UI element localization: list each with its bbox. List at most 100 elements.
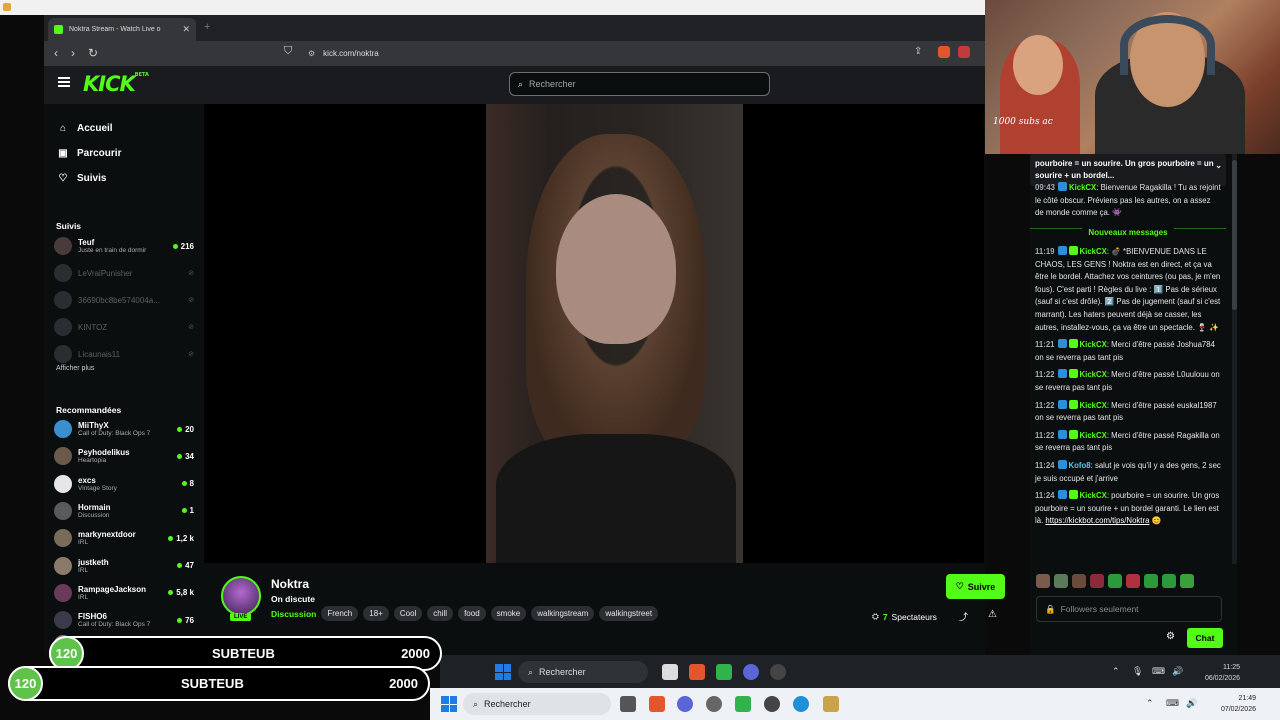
recommended-channel[interactable]: MiiThyX Call of Duty: Black Ops 7 20 [54, 417, 194, 441]
menu-icon[interactable] [58, 77, 70, 87]
webcam-overlay: 1000 subs ac [985, 0, 1280, 154]
chat-username[interactable]: KickCX [1080, 491, 1107, 500]
emote-icon[interactable] [1144, 574, 1158, 588]
recommended-channel[interactable]: Hormain Discussion 1 [54, 499, 194, 523]
app-icon[interactable] [770, 664, 786, 680]
beta-badge: BETA [134, 72, 149, 78]
url-field[interactable]: ⚙ kick.com/noktra [302, 45, 902, 62]
category-link[interactable]: Discussion [271, 609, 316, 619]
app-icon[interactable] [823, 696, 839, 712]
chat-username[interactable]: KickCX [1080, 247, 1107, 256]
app-icon[interactable] [764, 696, 780, 712]
chat-username[interactable]: KickCX [1069, 183, 1096, 192]
emote-icon[interactable] [1054, 574, 1068, 588]
search-input[interactable]: ⌕ Rechercher [509, 72, 770, 96]
channel-avatar[interactable] [221, 576, 261, 616]
tag-chip[interactable]: food [458, 606, 486, 621]
chat-input[interactable]: 🔒 Followers seulement [1036, 596, 1222, 622]
following-channel[interactable]: 36690bc8be574004a... ⊘ [54, 288, 194, 312]
report-icon[interactable]: ⚠ [988, 609, 997, 620]
following-channel[interactable]: LeVraiPunisher ⊘ [54, 261, 194, 285]
emote-icon[interactable] [1180, 574, 1194, 588]
recommended-channel[interactable]: FISHO6 Call of Duty: Black Ops 7 76 [54, 608, 194, 632]
chat-username[interactable]: KickCX [1080, 340, 1107, 349]
brave-rewards-icon[interactable] [958, 46, 970, 58]
emote-icon[interactable] [1072, 574, 1086, 588]
brave-icon[interactable] [689, 664, 705, 680]
clock[interactable]: 21:49 07/02/2026 [1210, 693, 1256, 715]
bookmark-icon[interactable]: ⛉ [284, 45, 292, 58]
chat-username[interactable]: Kofo8 [1069, 461, 1091, 470]
recommended-channel[interactable]: markynextdoor IRL 1,2 k [54, 526, 194, 550]
edge-icon[interactable] [793, 696, 809, 712]
recommended-channel[interactable]: justketh IRL 47 [54, 554, 194, 578]
task-view-icon[interactable] [662, 664, 678, 680]
windows-start-icon[interactable] [495, 664, 511, 680]
recommended-channel[interactable]: RampageJackson IRL 5,8 k [54, 581, 194, 605]
mic-icon[interactable]: 🎙 [1132, 666, 1143, 677]
volume-icon[interactable]: 🔊 [1172, 666, 1183, 677]
chevron-up-icon[interactable]: ⌃ [1146, 698, 1154, 709]
app-icon[interactable] [735, 696, 751, 712]
chat-link[interactable]: https://kickbot.com/tips/Noktra [1045, 516, 1149, 525]
emote-icon[interactable] [1108, 574, 1122, 588]
chat-username[interactable]: KickCX [1080, 401, 1107, 410]
brave-shield-icon[interactable] [938, 46, 950, 58]
windows-start-icon[interactable] [441, 696, 457, 712]
following-channel[interactable]: Teuf Juste en train de dormir 216 [54, 234, 194, 258]
nav-accueil[interactable]: ⌂ Accueil [57, 116, 121, 141]
task-view-icon[interactable] [620, 696, 636, 712]
share-icon[interactable]: ⤴ [959, 610, 968, 623]
chat-send-button[interactable]: Chat [1187, 628, 1223, 648]
discord-icon[interactable] [677, 696, 693, 712]
settings-icon[interactable] [706, 696, 722, 712]
recommended-channel[interactable]: excs Vintage Story 8 [54, 472, 194, 496]
tag-chip[interactable]: walkingstream [531, 606, 595, 621]
badge-icon [1057, 399, 1067, 409]
avatar [54, 345, 72, 363]
tag-chip[interactable]: 18+ [363, 606, 389, 621]
site-info-icon[interactable]: ⚙ [308, 49, 315, 58]
taskbar-search[interactable]: ⌕ Rechercher [463, 693, 611, 715]
kick-logo[interactable]: KICKBETA [83, 72, 149, 96]
tag-chip[interactable]: walkingstreet [599, 606, 659, 621]
recommended-channel[interactable]: Psyhodelikus Heartopia 34 [54, 444, 194, 468]
taskbar-search[interactable]: ⌕ Rechercher [518, 661, 648, 683]
tag-chip[interactable]: French [321, 606, 359, 621]
nav-parcourir[interactable]: ▣ Parcourir [57, 141, 121, 166]
reload-icon[interactable]: ↻ [88, 46, 98, 60]
chat-scroll-thumb[interactable] [1232, 160, 1237, 310]
follow-button[interactable]: ♡ Suivre [946, 574, 1005, 599]
emote-icon[interactable] [1090, 574, 1104, 588]
nav-suivis[interactable]: ♡ Suivis [57, 166, 121, 191]
tag-chip[interactable]: chill [427, 606, 454, 621]
new-tab-icon[interactable]: + [204, 21, 210, 33]
following-channel[interactable]: Licaunais11 ⊘ [54, 342, 194, 366]
discord-icon[interactable] [743, 664, 759, 680]
video-player[interactable] [204, 104, 984, 563]
emote-icon[interactable] [1036, 574, 1050, 588]
chevron-down-icon[interactable]: ⌄ [1215, 160, 1222, 172]
close-tab-icon[interactable]: ✕ [182, 24, 190, 35]
gear-icon[interactable]: ⚙ [1166, 631, 1175, 642]
share-icon[interactable]: ⇪ [914, 46, 926, 58]
chat-username[interactable]: KickCX [1080, 370, 1107, 379]
brave-icon[interactable] [649, 696, 665, 712]
forward-icon[interactable]: › [71, 46, 75, 60]
emote-icon[interactable] [1126, 574, 1140, 588]
channel-name[interactable]: Noktra [271, 577, 309, 591]
network-icon[interactable]: ⌨ [1166, 698, 1179, 709]
volume-icon[interactable]: 🔊 [1186, 698, 1197, 709]
following-channel[interactable]: KINTOZ ⊘ [54, 315, 194, 339]
tag-chip[interactable]: smoke [490, 606, 527, 621]
browser-tab[interactable]: Noktra Stream - Watch Live o ✕ [48, 18, 196, 41]
chat-username[interactable]: KickCX [1080, 431, 1107, 440]
network-icon[interactable]: ⌨ [1152, 666, 1165, 677]
show-more-link[interactable]: Afficher plus [56, 365, 94, 372]
emote-icon[interactable] [1162, 574, 1176, 588]
app-icon[interactable] [716, 664, 732, 680]
chevron-up-icon[interactable]: ⌃ [1112, 666, 1120, 677]
back-icon[interactable]: ‹ [54, 46, 58, 60]
tag-chip[interactable]: Cool [393, 606, 423, 621]
clock[interactable]: 11:25 06/02/2026 [1195, 662, 1240, 684]
